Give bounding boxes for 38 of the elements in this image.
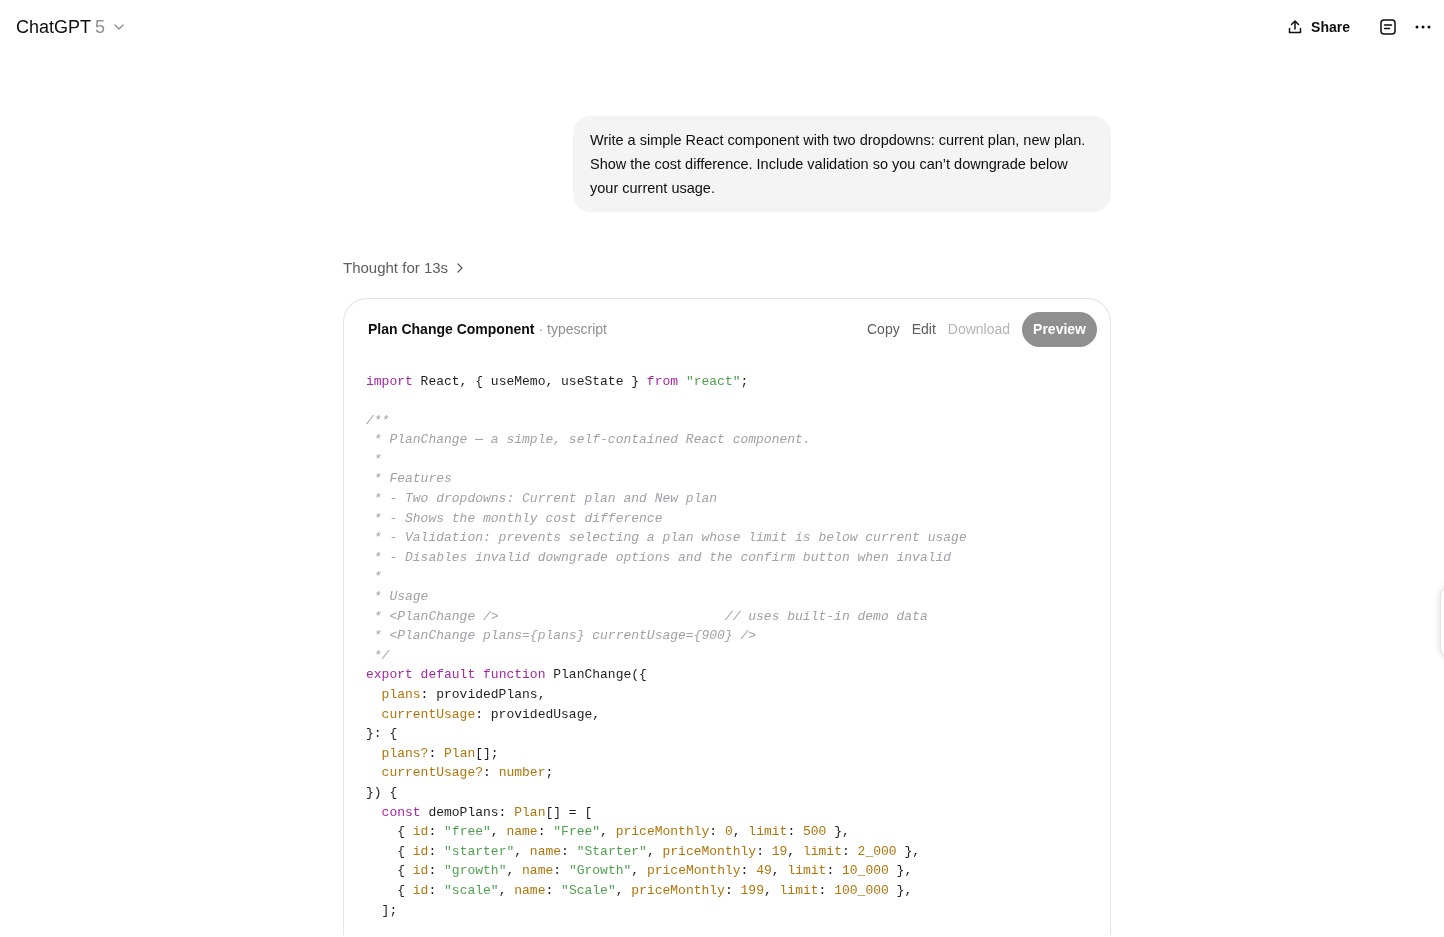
code-line: import React, { useMemo, useState } from "react"; bbox=[366, 372, 749, 391]
code-line: * <PlanChange /> // uses built-in demo data bbox=[372, 607, 928, 626]
code-line: { id: "starter", name: "Starter", priceMonthly: 19, limit: 2_000 }, bbox=[396, 842, 920, 861]
user-message: Write a simple React component with two dropdowns: current plan, new plan. Show the cost difference. Include validation so you can’t downgrade below your current usage. bbox=[573, 116, 1111, 212]
code-line: { id: "growth", name: "Growth", priceMonthly: 49, limit: 10_000 }, bbox=[396, 862, 913, 881]
more-options-icon[interactable] bbox=[1414, 24, 1432, 30]
code-line: * Usage bbox=[372, 588, 429, 607]
code-line: * <PlanChange plans={plans} currentUsage={900} /> bbox=[372, 627, 757, 646]
share-button[interactable]: Share bbox=[1275, 10, 1362, 44]
thought-toggle[interactable]: Thought for 13s bbox=[343, 257, 465, 280]
code-line: { id: "scale", name: "Scale", priceMonthly: 199, limit: 100_000 }, bbox=[396, 881, 913, 900]
code-line: * bbox=[372, 450, 382, 469]
code-line: const demoPlans: Plan[] = [ bbox=[380, 803, 593, 822]
code-line: * bbox=[372, 568, 382, 587]
code-line: }) { bbox=[366, 783, 398, 802]
code-line: }: { bbox=[366, 725, 398, 744]
code-language: · typescript bbox=[538, 319, 607, 339]
code-line: /** bbox=[366, 411, 390, 430]
code-line: * - Shows the monthly cost difference bbox=[372, 509, 663, 528]
toolbar-button[interactable]: Copy bbox=[867, 318, 900, 340]
code-title: Plan Change Component bbox=[368, 319, 535, 339]
code-line: * - Validation: prevents selecting a plan whose limit is below current usage bbox=[372, 529, 967, 548]
code-line: */ bbox=[372, 646, 390, 665]
code-line: plans: providedPlans, bbox=[380, 686, 546, 704]
code-line: ]; bbox=[380, 901, 398, 920]
chevron-right-icon bbox=[456, 263, 465, 274]
code-line: * PlanChange — a simple, self-contained React component. bbox=[372, 431, 811, 450]
code-line: export default function PlanChange({ bbox=[366, 666, 647, 685]
share-icon bbox=[1287, 19, 1304, 35]
code-line: * Features bbox=[372, 470, 452, 489]
code-line: { id: "free", name: "Free", priceMonthly: 0, limit: 500 }, bbox=[396, 823, 850, 842]
code-line: currentUsage?: number; bbox=[380, 764, 554, 783]
code-line: * - Two dropdowns: Current plan and New plan bbox=[372, 490, 718, 509]
toolbar-button[interactable]: Edit bbox=[911, 318, 936, 340]
code-line: currentUsage: providedUsage, bbox=[380, 705, 601, 724]
code-line: * - Disables invalid downgrade options and the confirm button when invalid bbox=[372, 548, 952, 567]
model-name[interactable]: ChatGPT bbox=[16, 13, 92, 41]
code-line: plans?: Plan[]; bbox=[380, 744, 499, 763]
